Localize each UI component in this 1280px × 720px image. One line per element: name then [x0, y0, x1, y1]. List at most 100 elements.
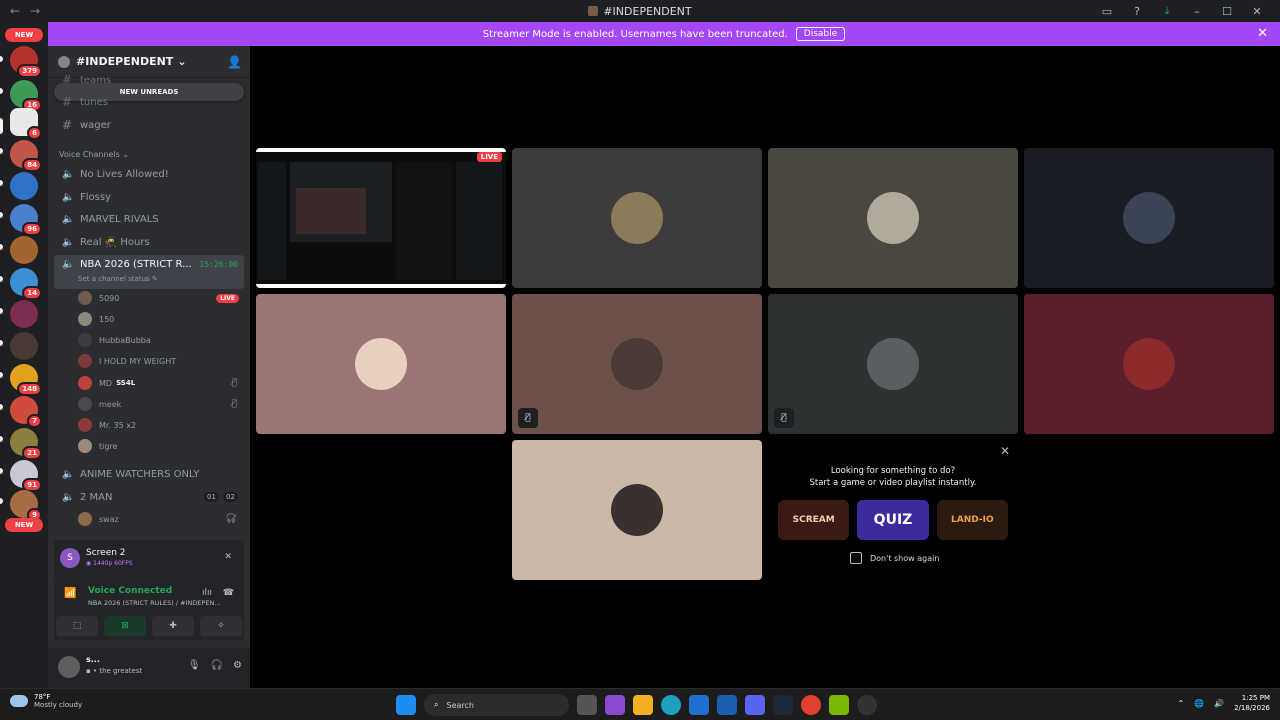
- stream-preview-panel: [456, 162, 502, 280]
- noise-suppression-icon[interactable]: ılıı: [202, 588, 212, 598]
- app-icon[interactable]: [605, 695, 625, 715]
- participant-tile[interactable]: [512, 440, 762, 580]
- voice-channel[interactable]: 🔈 Flossy: [54, 187, 244, 207]
- headset-icon[interactable]: 🎧: [211, 660, 223, 671]
- server-icon[interactable]: 148: [10, 364, 42, 396]
- help-icon[interactable]: ?: [1122, 5, 1152, 18]
- close-icon[interactable]: ✕: [1257, 26, 1268, 41]
- checkbox[interactable]: [850, 552, 862, 564]
- add-user-icon[interactable]: 👤: [227, 55, 242, 69]
- camera-button[interactable]: ⬚: [56, 616, 98, 636]
- activities-button[interactable]: ✚: [152, 616, 194, 636]
- activity-quiz[interactable]: QUIZ: [857, 500, 929, 540]
- participant-tile[interactable]: [256, 294, 506, 434]
- close-button[interactable]: ✕: [1242, 5, 1272, 18]
- voice-member[interactable]: MD SS4L 🎙̸: [78, 373, 243, 393]
- volume-icon[interactable]: 🔊: [1214, 699, 1224, 708]
- voice-member[interactable]: swaz 🎧̸: [78, 509, 243, 529]
- voice-member[interactable]: HubbaBubba: [78, 330, 243, 350]
- voice-category[interactable]: Voice Channels ⌄: [59, 150, 129, 159]
- screen-share-button[interactable]: ⊠: [104, 616, 146, 636]
- server-icon[interactable]: 21: [10, 428, 42, 460]
- participant-tile[interactable]: 🎙̸: [512, 294, 762, 434]
- server-icon[interactable]: 96: [10, 204, 42, 236]
- chevron-up-icon[interactable]: ⌃: [1177, 699, 1184, 708]
- soundboard-button[interactable]: ✧: [200, 616, 242, 636]
- inbox-icon[interactable]: ▭: [1092, 5, 1122, 18]
- voice-member[interactable]: meek 🎙̸: [78, 394, 243, 414]
- voice-channel-path[interactable]: NBA 2026 (STRICT RULES) / #INDEPEN...: [88, 599, 233, 607]
- server-icon[interactable]: 16: [10, 80, 42, 112]
- server-icon[interactable]: [10, 236, 38, 264]
- dont-show-again[interactable]: Don't show again: [850, 552, 939, 564]
- microphone-icon[interactable]: 🎙: [188, 660, 201, 671]
- close-icon[interactable]: ✕: [1000, 444, 1010, 458]
- store-icon[interactable]: [689, 695, 709, 715]
- server-icon[interactable]: [10, 300, 38, 328]
- voice-member[interactable]: tigre: [78, 436, 243, 456]
- user-avatar[interactable]: [58, 656, 80, 678]
- server-icon[interactable]: 6: [10, 108, 42, 140]
- member-name: tigre: [99, 441, 118, 451]
- voice-member[interactable]: Mr. 35 x2: [78, 415, 243, 435]
- username[interactable]: s...: [86, 655, 100, 664]
- new-badge[interactable]: NEW: [5, 28, 43, 42]
- channel-tunes[interactable]: # tunes: [54, 92, 244, 112]
- voice-member[interactable]: 150: [78, 309, 243, 329]
- voice-channel[interactable]: 🔈 Real 🥷 Hours: [54, 232, 244, 252]
- clock[interactable]: 1:25 PM 2/18/2026: [1234, 693, 1270, 713]
- network-icon[interactable]: 🌐: [1194, 699, 1204, 708]
- maximize-button[interactable]: ☐: [1212, 5, 1242, 18]
- channel-status[interactable]: Set a channel status ✎: [78, 275, 158, 283]
- active-voice-channel[interactable]: 🔈 NBA 2026 (STRICT R... 15:26:00 Set a c…: [54, 255, 244, 289]
- server-icon[interactable]: 14: [10, 268, 42, 300]
- windows-start-icon[interactable]: [396, 695, 416, 715]
- participant-tile[interactable]: 🎙̸: [768, 294, 1018, 434]
- stop-stream-icon[interactable]: ✕: [224, 552, 232, 562]
- voice-member[interactable]: 5090 LIVE: [78, 288, 243, 308]
- server-icon[interactable]: 91: [10, 460, 42, 492]
- voice-status[interactable]: Voice Connected: [88, 586, 172, 596]
- participant-tile[interactable]: [768, 148, 1018, 288]
- steam-icon[interactable]: [773, 695, 793, 715]
- participant-tile[interactable]: [512, 148, 762, 288]
- discord-icon[interactable]: [745, 695, 765, 715]
- server-icon[interactable]: [10, 332, 38, 360]
- member-name: swaz: [99, 514, 119, 524]
- file-explorer-icon[interactable]: [633, 695, 653, 715]
- edge-icon[interactable]: [661, 695, 681, 715]
- unread-pill: [0, 498, 3, 504]
- chrome-icon[interactable]: [801, 695, 821, 715]
- participant-tile[interactable]: [1024, 148, 1274, 288]
- stream-tile[interactable]: LIVE: [256, 148, 506, 288]
- settings-icon[interactable]: ⚙: [233, 660, 242, 671]
- signal-icon[interactable]: 📶: [64, 588, 76, 599]
- disable-streamer-mode-button[interactable]: Disable: [795, 27, 846, 41]
- app-icon[interactable]: [857, 695, 877, 715]
- disconnect-icon[interactable]: ☎: [223, 588, 234, 598]
- server-icon[interactable]: [10, 172, 38, 200]
- download-icon[interactable]: ⤓: [1152, 4, 1182, 18]
- server-icon[interactable]: 84: [10, 140, 42, 172]
- back-arrow-icon[interactable]: ←: [10, 4, 20, 18]
- participant-tile[interactable]: [1024, 294, 1274, 434]
- nvidia-icon[interactable]: [829, 695, 849, 715]
- server-icon[interactable]: 7: [10, 396, 42, 428]
- minimize-button[interactable]: –: [1182, 5, 1212, 18]
- avatar: [867, 338, 919, 390]
- new-badge[interactable]: NEW: [5, 518, 43, 532]
- channel-wager[interactable]: # wager: [54, 115, 244, 135]
- voice-member[interactable]: I HOLD MY WEIGHT: [78, 351, 243, 371]
- activity-land-io[interactable]: LAND-IO: [936, 500, 1008, 540]
- taskbar-search[interactable]: ⌕ Search: [424, 694, 569, 716]
- weather-widget[interactable]: 78°F Mostly cloudy: [10, 693, 82, 709]
- forward-arrow-icon[interactable]: →: [30, 4, 40, 18]
- task-view-icon[interactable]: [577, 695, 597, 715]
- server-icon[interactable]: 379: [10, 46, 42, 78]
- activity-scream[interactable]: SCREAM: [778, 500, 850, 540]
- voice-channel[interactable]: 🔈 ANIME WATCHERS ONLY: [54, 464, 244, 484]
- outlook-icon[interactable]: [717, 695, 737, 715]
- voice-channel[interactable]: 🔈 No Lives Allowed!: [54, 164, 244, 184]
- server-icon[interactable]: 9: [10, 490, 42, 522]
- voice-channel[interactable]: 🔈 MARVEL RIVALS: [54, 209, 244, 229]
